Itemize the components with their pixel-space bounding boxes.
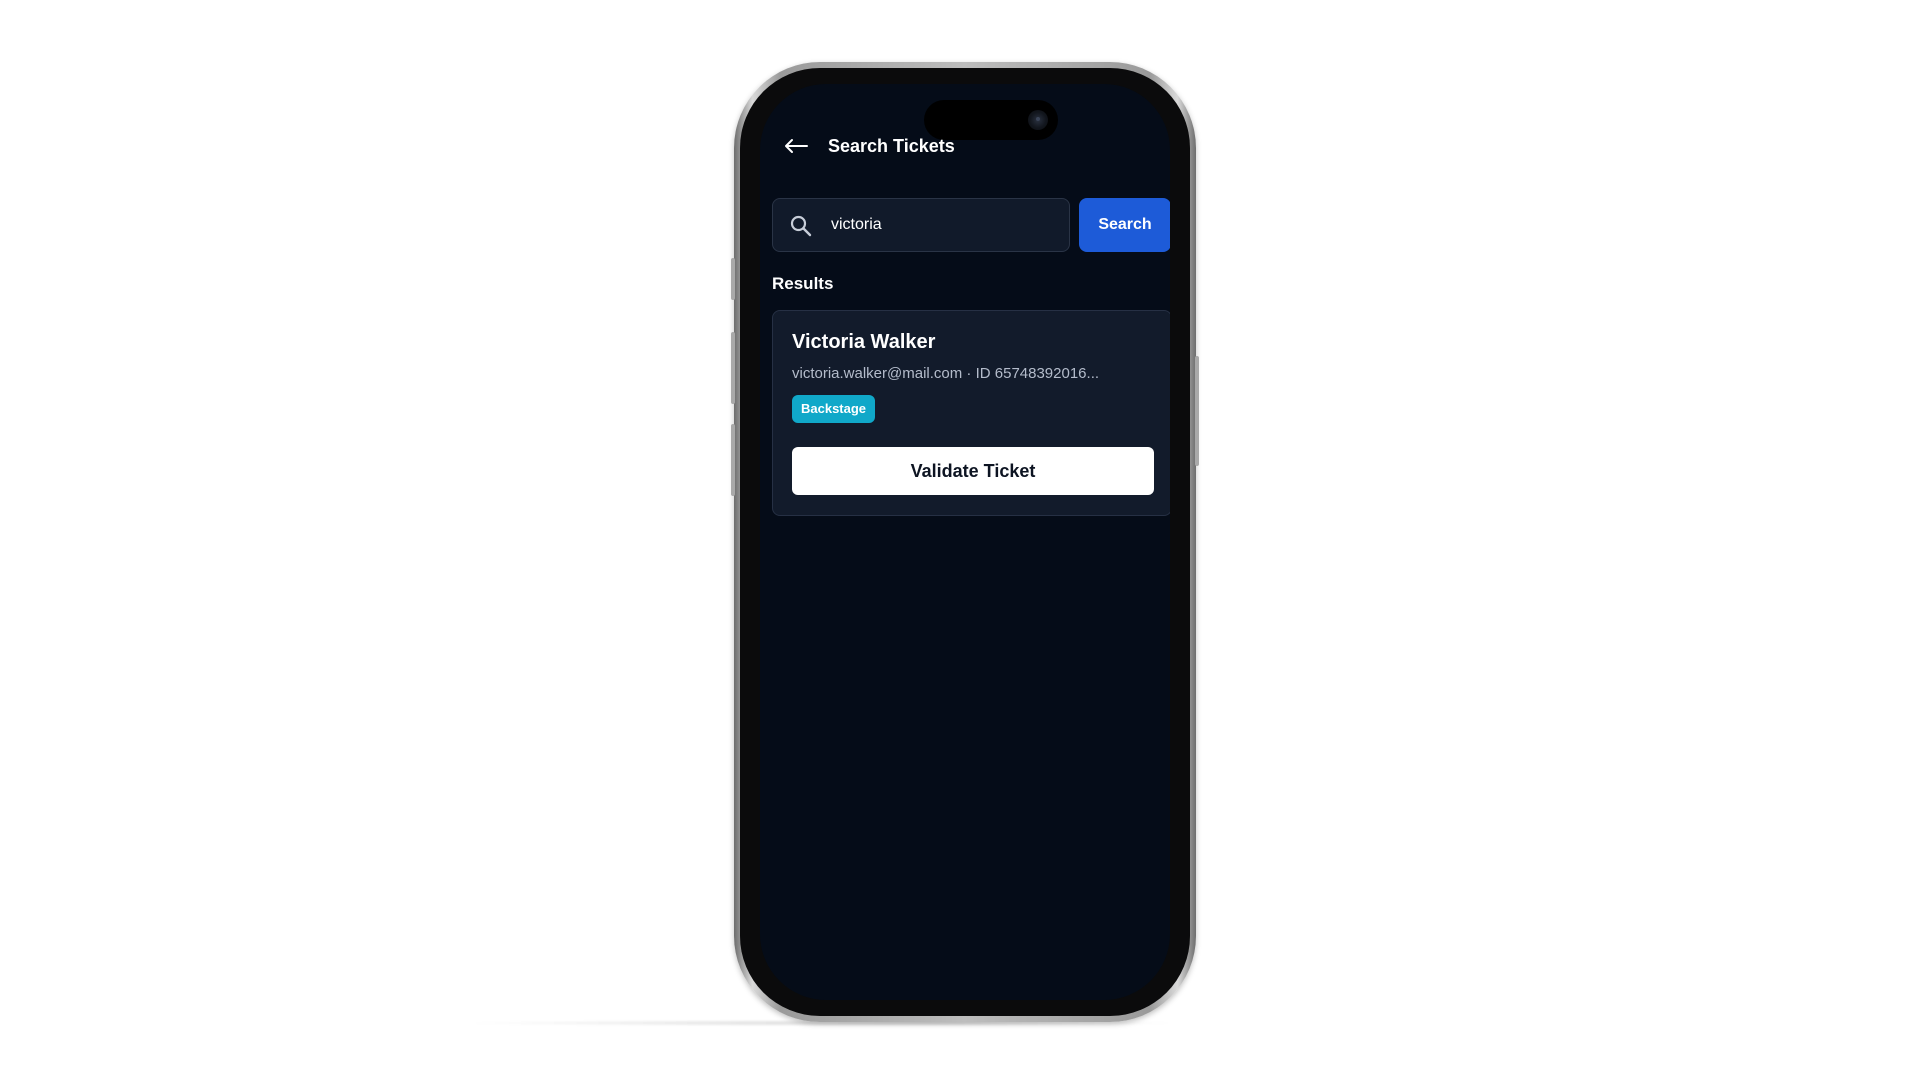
- action-button: [731, 258, 735, 300]
- page-title: Search Tickets: [828, 135, 955, 156]
- search-input[interactable]: [831, 199, 1059, 251]
- volume-down-button: [731, 424, 735, 496]
- phone-screen: Search Tickets Search Results Victoria W: [760, 84, 1170, 1000]
- app-header: Search Tickets: [782, 126, 955, 166]
- power-button: [1195, 356, 1199, 466]
- arrow-left-icon[interactable]: [782, 132, 810, 160]
- search-icon: [789, 214, 813, 238]
- result-card: Victoria Walker victoria.walker@mail.com…: [772, 310, 1170, 516]
- result-meta: victoria.walker@mail.com · ID 6574839201…: [792, 365, 1100, 382]
- validate-ticket-button[interactable]: Validate Ticket: [792, 447, 1154, 495]
- results-heading: Results: [772, 274, 834, 293]
- search-bar: Search: [772, 198, 1170, 252]
- result-name: Victoria Walker: [792, 331, 936, 353]
- camera-icon: [1028, 110, 1048, 130]
- volume-up-button: [731, 332, 735, 404]
- search-field[interactable]: [772, 198, 1070, 252]
- ticket-type-badge: Backstage: [792, 395, 876, 423]
- phone-bezel: Search Tickets Search Results Victoria W: [740, 68, 1190, 1016]
- phone-frame: Search Tickets Search Results Victoria W: [731, 62, 1199, 1022]
- search-button[interactable]: Search: [1079, 198, 1170, 252]
